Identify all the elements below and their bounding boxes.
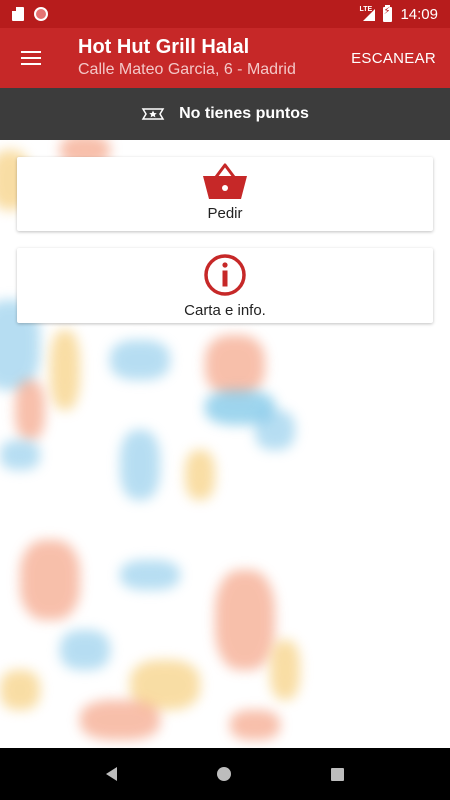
points-bar: No tienes puntos — [0, 88, 450, 140]
menu-info-label: Carta e info. — [184, 302, 266, 319]
status-left — [12, 7, 48, 21]
points-label: No tienes puntos — [179, 105, 309, 122]
status-bar: LTE 14:09 — [0, 0, 450, 28]
home-icon[interactable] — [217, 767, 231, 781]
basket-icon — [203, 163, 247, 199]
restaurant-address: Calle Mateo Garcia, 6 - Madrid — [78, 61, 296, 78]
loyalty-badge-icon — [141, 108, 165, 120]
lte-signal-icon: LTE — [359, 6, 376, 21]
recents-icon[interactable] — [331, 767, 344, 781]
network-label: LTE — [359, 6, 373, 13]
app-bar-titles: Hot Hut Grill Halal Calle Mateo Garcia, … — [78, 35, 296, 81]
background-pattern — [0, 140, 450, 748]
status-right: LTE 14:09 — [359, 4, 438, 23]
info-icon — [204, 254, 246, 296]
menu-button[interactable] — [0, 28, 62, 88]
menu-info-card[interactable]: Carta e info. — [17, 248, 433, 323]
battery-icon — [383, 4, 393, 22]
app-bar: Hot Hut Grill Halal Calle Mateo Garcia, … — [0, 28, 450, 88]
restaurant-name: Hot Hut Grill Halal — [78, 36, 250, 58]
clock: 14:09 — [400, 5, 438, 23]
notification-dot-icon — [34, 7, 48, 21]
back-icon[interactable] — [106, 767, 117, 781]
order-label: Pedir — [207, 205, 243, 222]
scan-button[interactable]: ESCANEAR — [351, 50, 436, 67]
order-card[interactable]: Pedir — [17, 157, 433, 231]
hamburger-icon — [21, 51, 41, 65]
system-nav-bar — [0, 748, 450, 800]
sd-card-icon — [12, 7, 24, 21]
